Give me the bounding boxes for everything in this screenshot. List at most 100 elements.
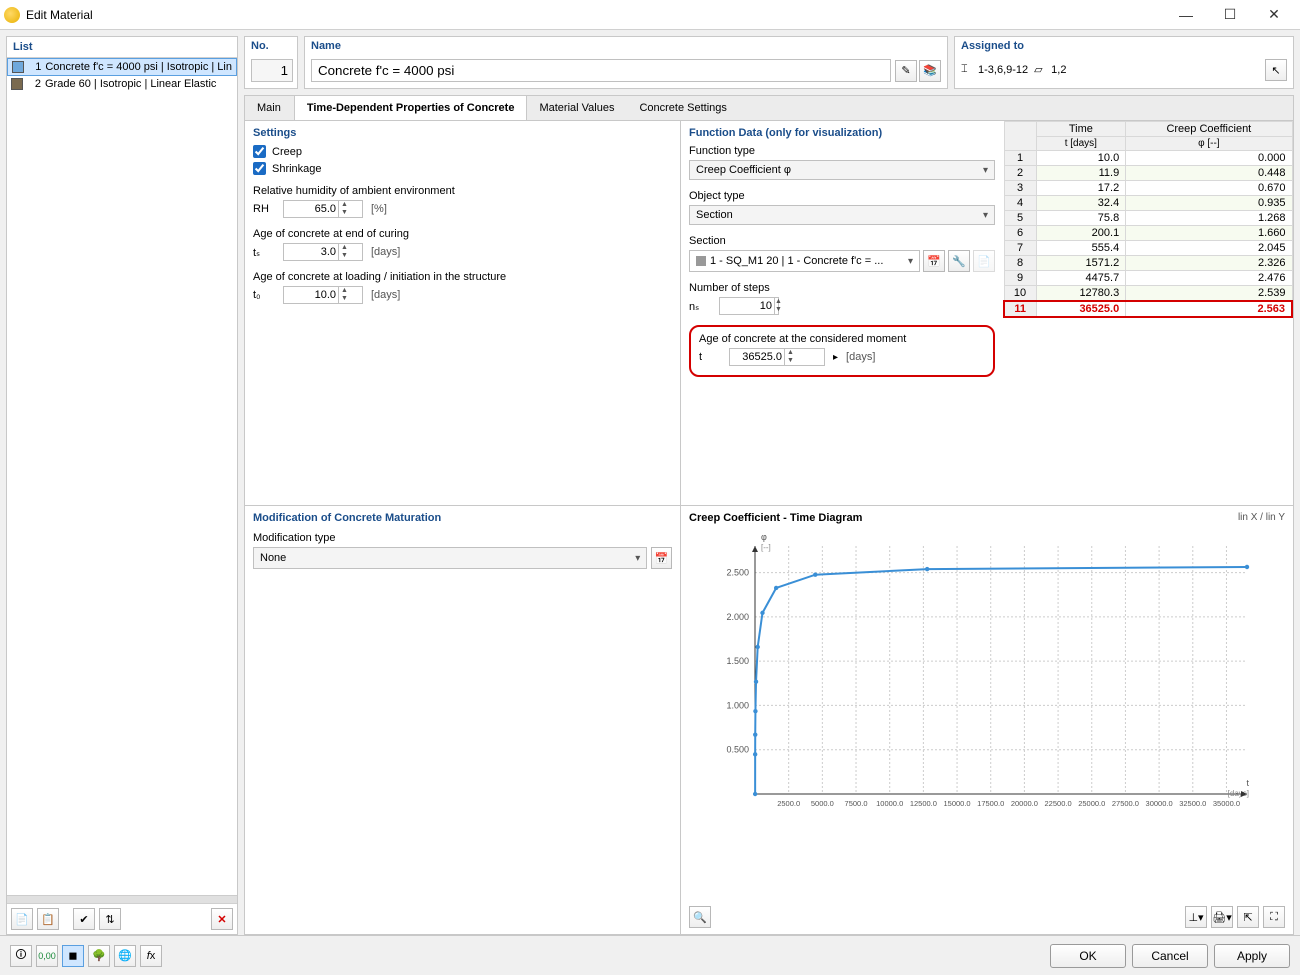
list-item-num: 2 [27,78,41,90]
shrinkage-checkbox[interactable]: Shrinkage [253,162,672,175]
section-edit-button[interactable]: 🔧 [948,250,970,272]
sort-button[interactable]: ⇅ [99,908,121,930]
tab-material-values[interactable]: Material Values [527,96,627,120]
maximize-button[interactable]: ☐ [1208,1,1252,29]
table-row[interactable]: 317.20.670 [1004,181,1292,196]
section-select[interactable]: 1 - SQ_M1 20 | 1 - Concrete f'c = ...▾ [689,250,920,272]
age-input[interactable]: ▲▼ [729,348,825,366]
svg-text:30000.0: 30000.0 [1146,799,1173,808]
spinner-up-icon[interactable]: ▲ [784,349,796,357]
nsteps-symbol: nₛ [689,300,711,313]
close-button[interactable]: ✕ [1252,1,1296,29]
tool-tree-button[interactable]: 🌳 [88,945,110,967]
table-row[interactable]: 110.00.000 [1004,151,1292,166]
creep-checkbox[interactable]: Creep [253,145,672,158]
table-row[interactable]: 211.90.448 [1004,166,1292,181]
zoom-button[interactable]: 🔍 [689,906,711,928]
table-row[interactable]: 7555.42.045 [1004,241,1292,256]
spinner-down-icon[interactable]: ▼ [338,209,350,217]
assigned-to-field: Assigned to ⌶1-3,6,9-12 ▱1,2 ↖ [954,36,1294,89]
material-list[interactable]: 1 Concrete f'c = 4000 psi | Isotropic | … [7,58,237,895]
edit-name-button[interactable]: ✎ [895,60,917,82]
titlebar: Edit Material — ☐ ✕ [0,0,1300,30]
object-type-select[interactable]: Section▾ [689,205,995,225]
check-button[interactable]: ✔ [73,908,95,930]
spinner-down-icon[interactable]: ▼ [338,252,350,260]
svg-text:7500.0: 7500.0 [845,799,868,808]
list-item[interactable]: 1 Concrete f'c = 4000 psi | Isotropic | … [7,58,237,76]
rh-input[interactable]: ▲▼ [283,200,363,218]
bottom-bar: 🛈 0,00 ◼ 🌳 🌐 fx OK Cancel Apply [0,935,1300,975]
function-type-select[interactable]: Creep Coefficient φ▾ [689,160,995,180]
material-swatch-icon [12,61,24,73]
table-row[interactable]: 432.40.935 [1004,196,1292,211]
spinner-up-icon[interactable]: ▲ [338,244,350,252]
chart-export-button[interactable]: ⇱ [1237,906,1259,928]
spinner-down-icon[interactable]: ▼ [338,295,350,303]
list-item[interactable]: 2 Grade 60 | Isotropic | Linear Elastic [7,76,237,92]
tab-concrete-settings[interactable]: Concrete Settings [627,96,739,120]
t0-unit: [days] [371,289,400,301]
name-label: Name [305,37,947,55]
tool-color-button[interactable]: ◼ [62,945,84,967]
spinner-up-icon[interactable]: ▲ [338,287,350,295]
chart-maximize-button[interactable]: ⛶ [1263,906,1285,928]
chevron-down-icon: ▾ [983,165,988,176]
svg-text:35000.0: 35000.0 [1213,799,1240,808]
table-row[interactable]: 94475.72.476 [1004,271,1292,286]
spinner-up-icon[interactable]: ▲ [338,201,350,209]
section-new-button[interactable]: 📄 [973,250,995,272]
cancel-button[interactable]: Cancel [1132,944,1208,968]
tool-fx-button[interactable]: fx [140,945,162,967]
modification-edit-button[interactable]: 📅 [651,547,672,569]
spinner-down-icon[interactable]: ▼ [784,357,796,365]
table-row[interactable]: 81571.22.326 [1004,256,1292,271]
svg-text:25000.0: 25000.0 [1078,799,1105,808]
tool-globe-button[interactable]: 🌐 [114,945,136,967]
arrow-right-icon[interactable]: ▸ [833,352,838,363]
tool-info-button[interactable]: 🛈 [10,945,32,967]
delete-button[interactable]: ✕ [211,908,233,930]
chart-print-button[interactable]: 🖨▾ [1211,906,1233,928]
t0-input[interactable]: ▲▼ [283,286,363,304]
app-icon [4,7,20,23]
rh-label: Relative humidity of ambient environment [253,185,672,197]
tab-time-dependent[interactable]: Time-Dependent Properties of Concrete [294,96,528,120]
modification-type-select[interactable]: None▾ [253,547,647,569]
modification-type-label: Modification type [253,532,672,544]
table-row[interactable]: 575.81.268 [1004,211,1292,226]
surface-icon: ▱ [1034,63,1048,77]
copy-item-button[interactable]: 📋 [37,908,59,930]
table-row[interactable]: 6200.11.660 [1004,226,1292,241]
section-lib-button[interactable]: 📅 [923,250,945,272]
svg-text:t: t [1246,778,1249,788]
function-type-label: Function type [689,145,995,157]
svg-text:2.500: 2.500 [726,568,749,578]
no-input[interactable] [251,59,293,82]
scrollbar[interactable] [7,895,237,903]
table-row[interactable]: 1136525.02.563 [1004,301,1292,317]
tool-units-button[interactable]: 0,00 [36,945,58,967]
tab-main[interactable]: Main [245,96,294,120]
new-item-button[interactable]: 📄 [11,908,33,930]
library-button[interactable]: 📚 [919,60,941,82]
nsteps-input[interactable]: ▲▼ [719,297,779,315]
name-input[interactable] [311,59,891,82]
t0-label: Age of concrete at loading / initiation … [253,271,672,283]
settings-panel: Settings Creep Shrinkage Relative humidi… [245,121,681,505]
chart-axes-button[interactable]: ⊥▾ [1185,906,1207,928]
apply-button[interactable]: Apply [1214,944,1290,968]
object-type-label: Object type [689,190,995,202]
svg-text:22500.0: 22500.0 [1045,799,1072,808]
data-table[interactable]: Time Creep Coefficient t [days] φ [--] 1… [1003,121,1293,318]
pick-button[interactable]: ↖ [1265,59,1287,81]
ok-button[interactable]: OK [1050,944,1126,968]
spinner-down-icon[interactable]: ▼ [774,306,782,314]
list-header: List [7,37,237,58]
ts-input[interactable]: ▲▼ [283,243,363,261]
list-item-num: 1 [28,61,41,73]
minimize-button[interactable]: — [1164,1,1208,29]
spinner-up-icon[interactable]: ▲ [774,298,782,306]
ts-label: Age of concrete at end of curing [253,228,672,240]
table-row[interactable]: 1012780.32.539 [1004,286,1292,302]
